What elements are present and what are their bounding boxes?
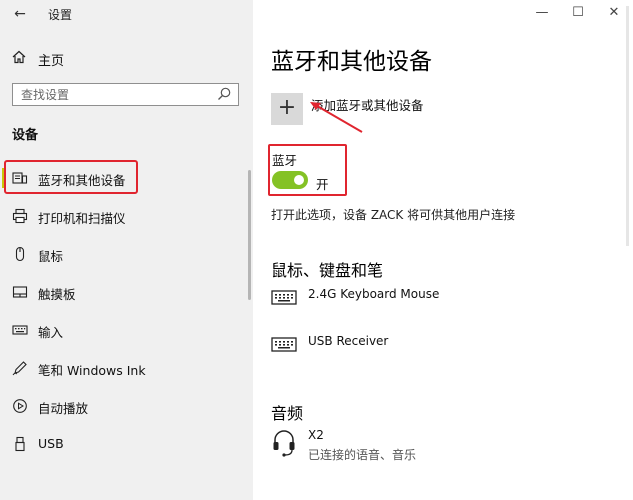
sidebar-item-pen[interactable]: 笔和 Windows Ink <box>0 353 252 383</box>
page-title: 蓝牙和其他设备 <box>271 49 432 75</box>
search-box <box>12 83 239 106</box>
back-arrow-icon: ← <box>14 6 26 22</box>
sidebar-item-label: 打印机和扫描仪 <box>38 211 126 226</box>
keyboard-icon <box>12 322 28 338</box>
device-name: X2 <box>308 428 324 442</box>
main-content: — ☐ ✕ 蓝牙和其他设备 + 添加蓝牙或其他设备 蓝牙 开 打开此选项，设备 … <box>253 0 633 500</box>
sidebar-item-label: 笔和 Windows Ink <box>38 363 146 378</box>
section-title-audio: 音频 <box>271 404 304 423</box>
device-item[interactable]: X2 已连接的语音、音乐 <box>271 428 571 464</box>
bluetooth-label: 蓝牙 <box>272 153 298 168</box>
keyboard-icon <box>271 334 299 358</box>
sidebar-item-home[interactable]: 主页 <box>12 49 64 69</box>
touchpad-icon <box>12 284 28 300</box>
close-icon: ✕ <box>608 5 620 20</box>
device-item[interactable]: 2.4G Keyboard Mouse <box>271 287 571 315</box>
app-title: 设置 <box>48 8 73 22</box>
sidebar: ← 设置 主页 设备 蓝牙和其他设备 打印机和扫描仪 鼠标 <box>0 0 253 500</box>
sidebar-item-typing[interactable]: 输入 <box>0 315 252 345</box>
usb-icon <box>12 436 28 452</box>
sidebar-item-label: 自动播放 <box>38 401 89 416</box>
device-item[interactable]: USB Receiver <box>271 334 571 362</box>
bluetooth-toggle[interactable] <box>272 171 308 189</box>
printer-icon <box>12 208 28 224</box>
search-input[interactable] <box>13 84 211 106</box>
bluetooth-description: 打开此选项，设备 ZACK 将可供其他用户连接 <box>271 208 516 222</box>
maximize-button[interactable]: ☐ <box>567 4 589 22</box>
annotation-highlight-box <box>4 160 138 194</box>
pen-icon <box>12 360 28 376</box>
sidebar-item-printers[interactable]: 打印机和扫描仪 <box>0 201 252 231</box>
sidebar-item-label: 主页 <box>38 53 65 69</box>
device-name: 2.4G Keyboard Mouse <box>308 287 440 301</box>
close-button[interactable]: ✕ <box>603 4 625 22</box>
main-scrollbar[interactable] <box>626 6 629 246</box>
mouse-icon <box>12 246 28 262</box>
annotation-arrow-icon <box>310 102 363 133</box>
device-status: 已连接的语音、音乐 <box>308 448 417 462</box>
maximize-icon: ☐ <box>572 5 584 20</box>
sidebar-item-label: 输入 <box>38 325 64 340</box>
section-label-devices: 设备 <box>12 128 39 143</box>
sidebar-item-mouse[interactable]: 鼠标 <box>0 239 252 269</box>
sidebar-item-usb[interactable]: USB <box>0 429 252 459</box>
home-icon <box>12 50 28 68</box>
plus-icon: + <box>277 95 297 120</box>
sidebar-item-autoplay[interactable]: 自动播放 <box>0 391 252 421</box>
bluetooth-state-label: 开 <box>316 177 329 192</box>
autoplay-icon <box>12 398 28 414</box>
sidebar-item-label: 触摸板 <box>38 287 76 302</box>
headset-icon <box>271 428 299 457</box>
toggle-knob <box>294 175 304 185</box>
minimize-icon: — <box>535 5 549 20</box>
search-icon[interactable] <box>216 86 232 102</box>
keyboard-icon <box>271 287 299 311</box>
device-name: USB Receiver <box>308 334 389 348</box>
minimize-button[interactable]: — <box>531 4 553 22</box>
back-button[interactable]: ← <box>9 4 31 24</box>
sidebar-scrollbar[interactable] <box>248 170 251 300</box>
add-device-button[interactable]: + <box>271 93 303 125</box>
sidebar-item-label: 鼠标 <box>38 249 64 264</box>
sidebar-item-touchpad[interactable]: 触摸板 <box>0 277 252 307</box>
section-title-input-devices: 鼠标、键盘和笔 <box>271 261 384 280</box>
sidebar-item-label: USB <box>38 436 64 451</box>
